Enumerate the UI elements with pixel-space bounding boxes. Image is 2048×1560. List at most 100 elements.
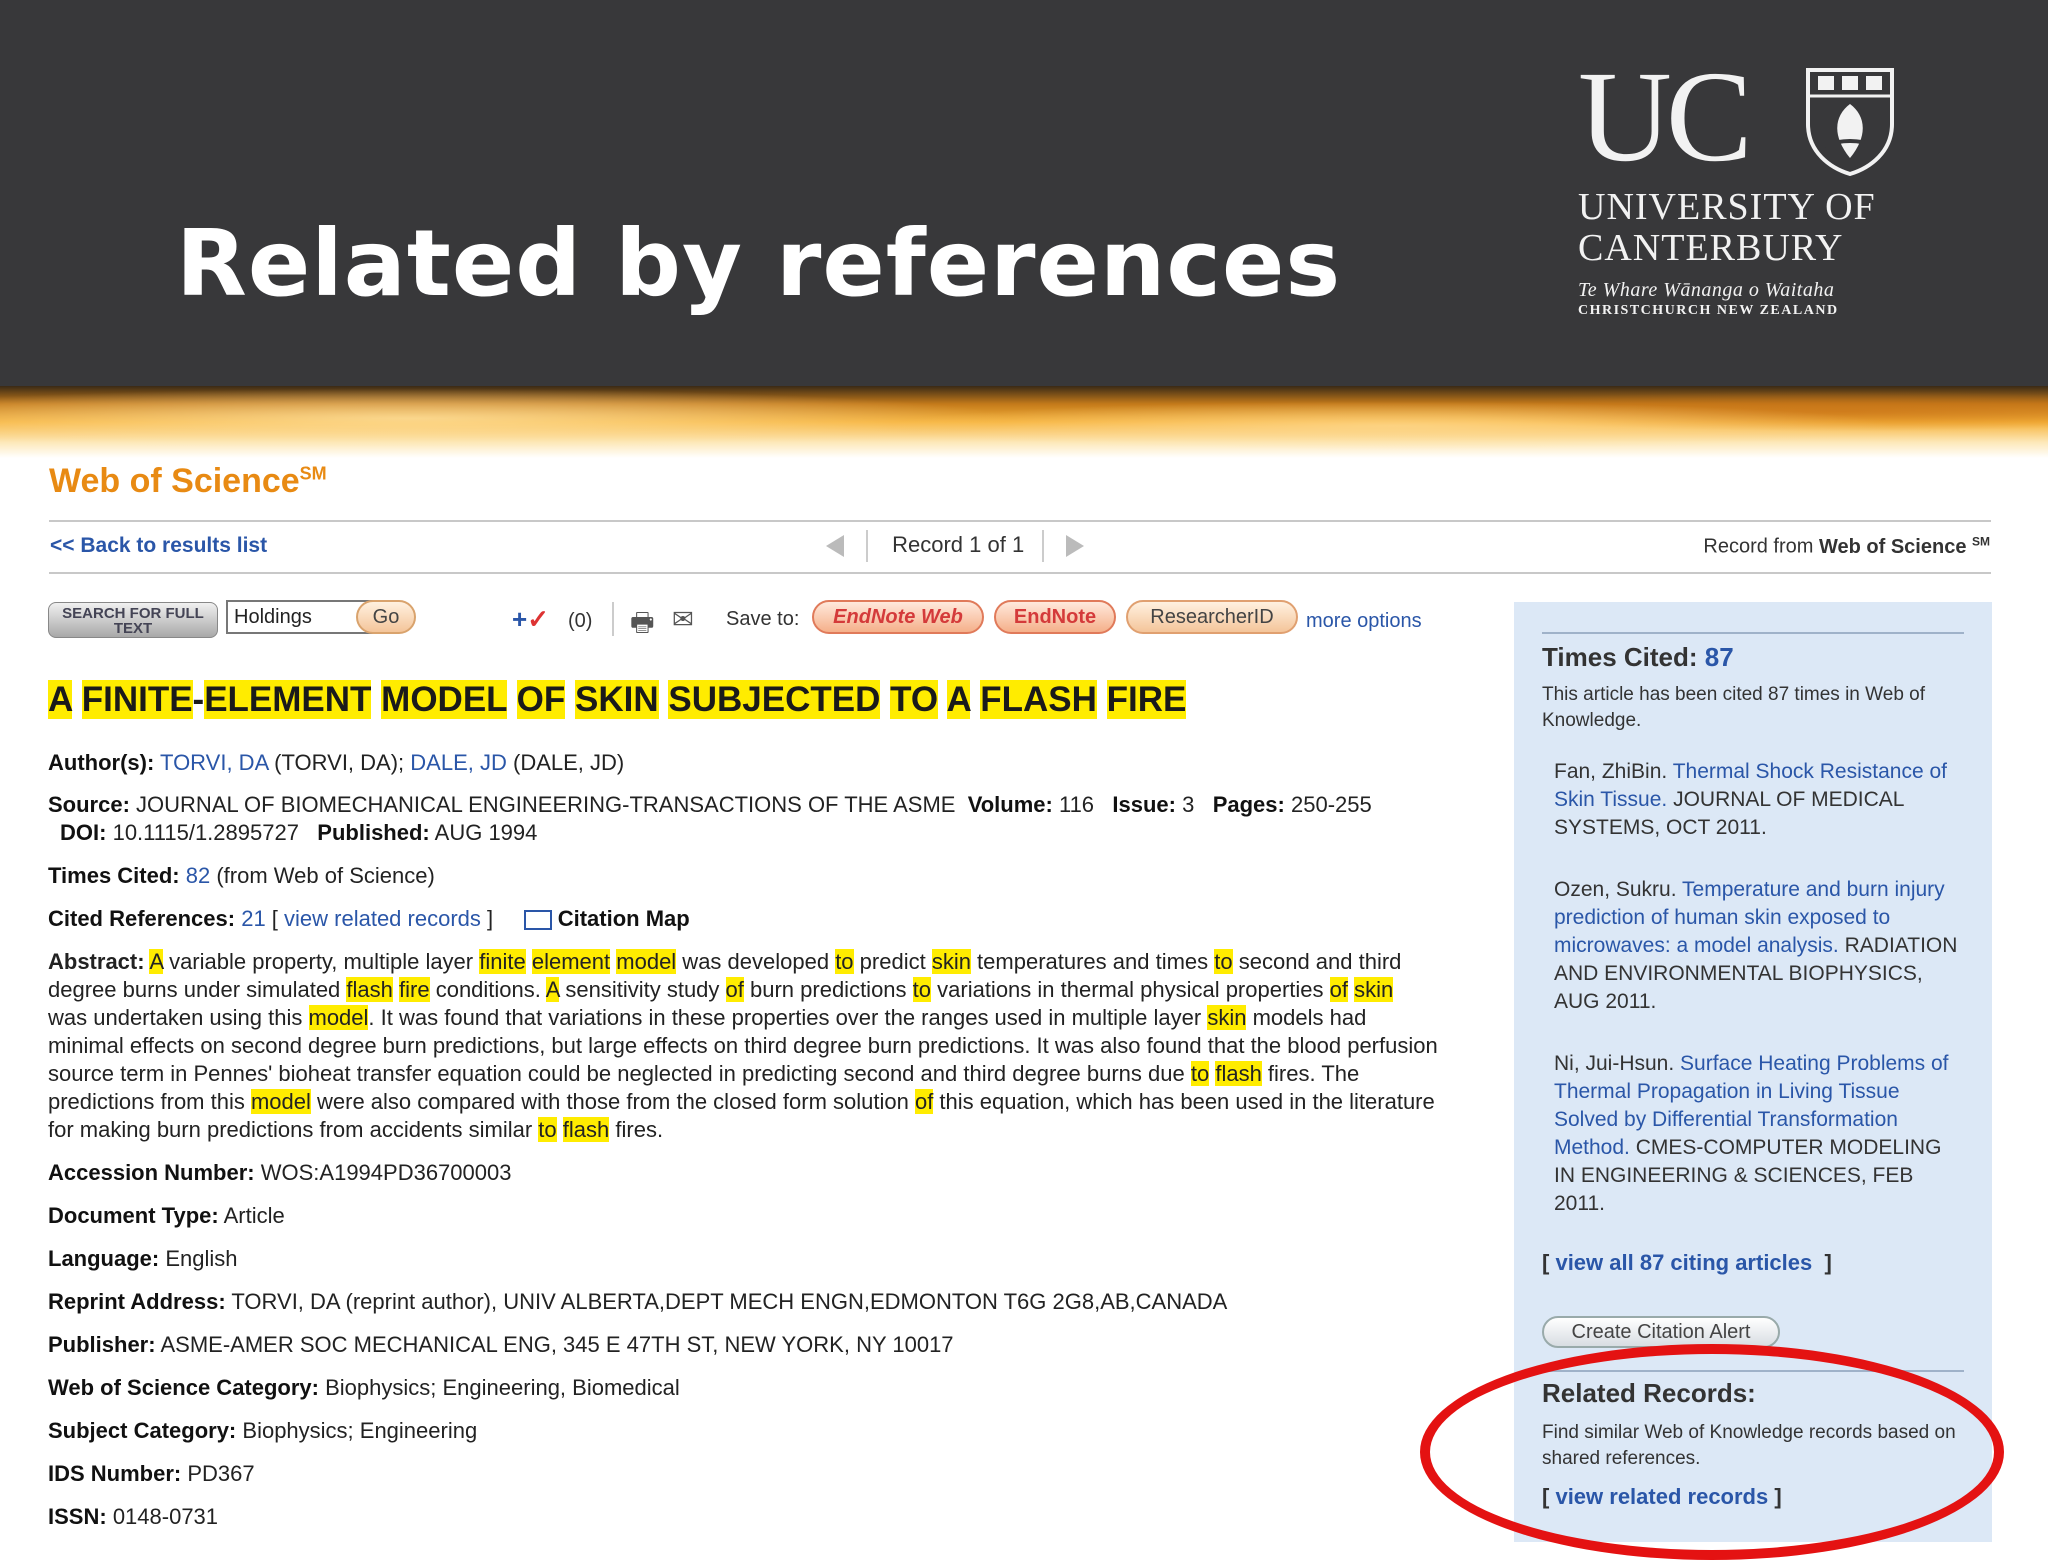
highlighted-term: finite	[479, 949, 526, 974]
abstract-segment	[526, 949, 532, 974]
highlighted-term: model	[616, 949, 677, 974]
search-full-text-button[interactable]: SEARCH FOR FULL TEXT	[48, 602, 218, 638]
authors-field: Author(s): TORVI, DA (TORVI, DA); DALE, …	[48, 750, 625, 775]
separator	[612, 602, 614, 636]
title-word: FLASH	[980, 680, 1097, 719]
citation-map-icon[interactable]	[523, 910, 552, 931]
field-label: Language:	[48, 1246, 160, 1271]
accession-value: WOS:A1994PD36700003	[260, 1160, 512, 1185]
issn-field: ISSN: 0148-0731	[48, 1504, 218, 1530]
abstract-segment: temperatures and times	[970, 949, 1215, 974]
article-title: A FINITE-ELEMENT MODEL OF SKIN SUBJECTED…	[48, 680, 1187, 720]
annotation-ring	[1420, 1344, 2004, 1560]
record-position: Record 1 of 1	[892, 531, 1025, 557]
sidebar-times-cited-label: Times Cited:	[1542, 642, 1698, 672]
highlighted-term: of	[725, 977, 744, 1002]
separator	[1042, 530, 1045, 562]
print-icon[interactable]: 🖶	[630, 604, 655, 648]
source-value: JOURNAL OF BIOMECHANICAL ENGINEERING-TRA…	[136, 792, 956, 817]
record-source-sup: SM	[1972, 534, 1990, 548]
prev-record-icon[interactable]	[826, 535, 844, 557]
email-icon[interactable]: ✉	[672, 604, 694, 635]
highlighted-term: A	[545, 977, 560, 1002]
published-value: AUG 1994	[434, 820, 538, 845]
highlighted-term: to	[835, 949, 854, 974]
document-type-value: Article	[223, 1203, 285, 1228]
uc-logo-maori: Te Whare Wānanga o Waitaha	[1578, 279, 1835, 301]
times-cited-field: Times Cited: 82 (from Web of Science)	[48, 863, 435, 889]
subject-category-field: Subject Category: Biophysics; Engineerin…	[48, 1418, 477, 1444]
highlighted-term: of	[1329, 977, 1348, 1002]
abstract-segment: variable property, multiple layer	[162, 949, 480, 974]
record-navigator: Record 1 of 1	[826, 530, 1085, 562]
sidebar-times-cited: Times Cited: 87	[1542, 642, 1734, 673]
author-link[interactable]: TORVI, DA	[160, 750, 268, 775]
subject-category-value: Biophysics; Engineering	[242, 1418, 478, 1443]
view-all-citing-articles-link[interactable]: [ view all 87 citing articles ]	[1542, 1250, 1832, 1276]
add-to-marked-list-icon[interactable]: +✓	[512, 604, 549, 635]
ids-number-value: PD367	[187, 1461, 255, 1486]
abstract-segment: burn predictions	[743, 977, 913, 1002]
uc-logo-city: CHRISTCHURCH NEW ZEALAND	[1578, 303, 1839, 318]
author-link[interactable]: DALE, JD	[410, 750, 507, 775]
field-label: Web of Science Category:	[48, 1375, 319, 1400]
cited-references-field: Cited References: 21 [ view related reco…	[48, 906, 690, 931]
crest-icon	[1806, 68, 1894, 176]
cited-references-link[interactable]: 21	[241, 906, 265, 931]
abstract-field: Abstract: A variable property, multiple …	[48, 948, 1438, 1144]
times-cited-description: This article has been cited 87 times in …	[1542, 684, 1926, 731]
uc-logo: UC UNIVERSITY OF CANTERBURY Te Whare Wān…	[1578, 52, 1898, 319]
citing-article: Ni, Jui-Hsun. Surface Heating Problems o…	[1554, 1050, 1964, 1218]
highlighted-term: skin	[1207, 1005, 1247, 1030]
save-endnote-button[interactable]: EndNote	[994, 600, 1116, 634]
back-to-results-link[interactable]: << Back to results list	[50, 534, 267, 558]
field-label: DOI:	[60, 820, 107, 845]
language-field: Language: English	[48, 1246, 238, 1272]
create-citation-alert-button[interactable]: Create Citation Alert	[1542, 1316, 1780, 1348]
field-label: Source:	[48, 792, 130, 817]
citing-author: Ozen, Sukru.	[1554, 878, 1677, 901]
title-word: A	[48, 680, 72, 719]
highlighted-term: skin	[931, 949, 971, 974]
more-options-link[interactable]: more options	[1306, 610, 1422, 633]
wos-brand: Web of ScienceSM	[49, 462, 327, 501]
times-cited-link[interactable]: 82	[186, 863, 210, 888]
issn-value: 0148-0731	[112, 1504, 219, 1529]
highlighted-term: model	[250, 1089, 311, 1114]
ids-number-field: IDS Number: PD367	[48, 1461, 255, 1487]
highlighted-term: to	[1190, 1061, 1210, 1086]
record-source-prefix: Record from	[1703, 535, 1814, 558]
highlighted-term: flash	[562, 1117, 610, 1142]
citation-map-link[interactable]: Citation Map	[558, 906, 690, 931]
field-label: Times Cited:	[48, 863, 180, 888]
title-word: TO	[890, 680, 939, 719]
save-researcherid-button[interactable]: ResearcherID	[1126, 600, 1298, 634]
highlighted-term: of	[914, 1089, 934, 1114]
title-word: A	[946, 680, 971, 719]
highlighted-term: element	[531, 949, 611, 974]
record-toolbar: SEARCH FOR FULL TEXT Holdings▼ Go +✓ (0)…	[48, 598, 1438, 642]
abstract-segment: . It was found that variations in these …	[368, 1005, 1208, 1030]
publisher-field: Publisher: ASME-AMER SOC MECHANICAL ENG,…	[48, 1332, 954, 1358]
doi-field: DOI: 10.1115/1.2895727 Published: AUG 19…	[60, 820, 537, 846]
slide-title: Related by references	[176, 210, 1342, 317]
sidebar-times-cited-link[interactable]: 87	[1705, 642, 1734, 672]
field-label: Reprint Address:	[48, 1289, 226, 1314]
next-record-icon[interactable]	[1066, 535, 1085, 557]
record-source-name: Web of Science	[1818, 535, 1967, 558]
view-related-records-link[interactable]: view related records	[284, 906, 481, 931]
wos-category-value: Biophysics; Engineering, Biomedical	[325, 1375, 680, 1400]
reprint-address-field: Reprint Address: TORVI, DA (reprint auth…	[48, 1289, 1227, 1315]
save-endnote-web-button[interactable]: EndNote Web	[812, 600, 984, 634]
abstract-segment: was developed	[676, 949, 836, 974]
go-button[interactable]: Go	[356, 600, 416, 634]
citing-article: Fan, ZhiBin. Thermal Shock Resistance of…	[1554, 758, 1964, 842]
abstract-segment: sensitivity study	[559, 977, 726, 1002]
slide-banner: Related by references UC UNIVERSITY OF C…	[0, 0, 2048, 386]
save-to-label: Save to:	[726, 608, 800, 630]
field-label: Volume:	[967, 792, 1053, 817]
field-label: ISSN:	[48, 1504, 107, 1529]
uc-logo-name-1: UNIVERSITY OF	[1578, 186, 1876, 228]
highlighted-term: fire	[399, 977, 430, 1002]
field-label: IDS Number:	[48, 1461, 182, 1486]
